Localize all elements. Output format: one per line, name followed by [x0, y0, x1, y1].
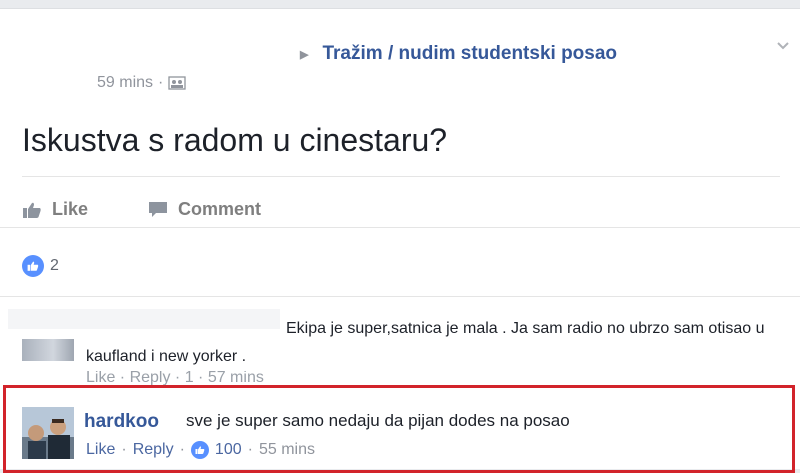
like-label: Like	[52, 199, 89, 219]
post-body: Iskustva s radom u cinestaru?	[22, 122, 448, 158]
group-audience-icon[interactable]	[168, 76, 187, 90]
chevron-down-icon[interactable]	[776, 39, 790, 53]
comment-actions-text: Like · Reply · 1 · 57 mins	[86, 371, 264, 385]
triangle-right-icon: ▶	[300, 48, 309, 61]
reaction-summary[interactable]: 2	[22, 255, 59, 277]
post-card: ▶ Tražim / nudim studentski posao 59 min…	[0, 8, 800, 473]
thumbs-up-icon	[23, 202, 41, 218]
comment-label: Comment	[178, 199, 262, 219]
post-time[interactable]: 59 mins	[97, 74, 153, 92]
like-reaction-icon	[22, 255, 44, 277]
like-button[interactable]: Like	[22, 199, 88, 220]
highlight-frame	[3, 385, 795, 473]
comment-actions-partial: Like · Reply · 1 · 57 mins	[86, 371, 264, 385]
comment-button[interactable]: Comment	[148, 199, 261, 220]
divider	[0, 227, 800, 228]
group-breadcrumb: ▶ Tražim / nudim studentski posao	[300, 43, 617, 65]
divider	[22, 176, 780, 177]
avatar[interactable]	[22, 339, 74, 361]
group-name-link[interactable]: Tražim / nudim studentski posao	[322, 43, 617, 65]
comment-icon	[149, 201, 167, 217]
reaction-count: 2	[50, 257, 59, 274]
post-meta: 59 mins ·	[97, 74, 187, 92]
divider	[0, 296, 800, 297]
comment-text: Ekipa je super,satnica je mala . Ja sam …	[86, 320, 765, 365]
